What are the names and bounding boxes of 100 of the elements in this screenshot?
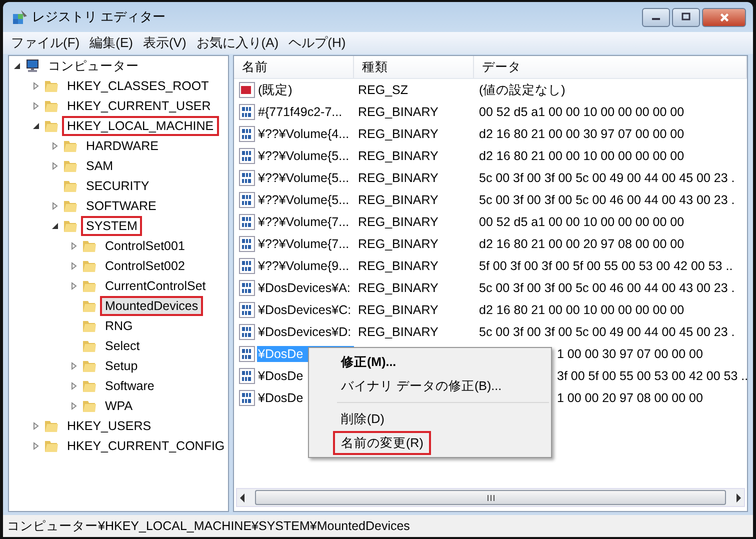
tree-item[interactable]: CurrentControlSet	[100, 276, 211, 296]
context-menu-item[interactable]: 名前の変更(R)	[333, 431, 432, 455]
expand-arrow-icon[interactable]	[32, 82, 40, 90]
expand-arrow-icon[interactable]	[51, 142, 59, 150]
menu-item[interactable]: お気に入り(A)	[191, 34, 284, 52]
value-data: 1 00 00 20 97 08 00 00 00	[556, 391, 703, 405]
maximize-button[interactable]	[672, 8, 700, 26]
value-data: (値の設定なし)	[478, 82, 566, 98]
folder-icon	[81, 318, 97, 334]
binary-value-icon	[239, 148, 255, 164]
binary-value-icon	[239, 170, 255, 186]
context-menu-item[interactable]: 削除(D)	[333, 407, 392, 431]
tree-item[interactable]: コンピューター	[43, 56, 144, 78]
expand-arrow-icon[interactable]	[70, 242, 78, 250]
menu-item[interactable]: ヘルプ(H)	[284, 34, 351, 52]
value-type: REG_BINARY	[357, 325, 440, 339]
folder-icon	[81, 398, 97, 414]
tree-item[interactable]: Setup	[100, 356, 143, 376]
column-header[interactable]: 種類	[354, 56, 474, 78]
tree-item[interactable]: HKEY_CURRENT_CONFIG	[62, 436, 228, 456]
value-data: d2 16 80 21 00 00 10 00 00 00 00 00	[478, 149, 686, 163]
binary-value-icon	[239, 126, 255, 142]
tree-item[interactable]: ControlSet001	[100, 236, 190, 256]
column-header[interactable]: データ	[474, 56, 747, 78]
scrollbar-thumb[interactable]	[255, 490, 726, 505]
expand-arrow-icon[interactable]	[70, 402, 78, 410]
binary-value-icon	[239, 390, 255, 406]
value-type: REG_BINARY	[357, 149, 440, 163]
tree-item[interactable]: Select	[100, 336, 145, 356]
value-data: d2 16 80 21 00 00 20 97 08 00 00 00	[478, 237, 686, 251]
binary-value-icon	[239, 214, 255, 230]
value-type: REG_SZ	[357, 83, 410, 97]
folder-icon	[62, 218, 78, 234]
column-header[interactable]: 名前	[234, 56, 354, 78]
expand-arrow-icon[interactable]	[70, 362, 78, 370]
tree-item[interactable]: SECURITY	[81, 176, 154, 196]
maximize-icon	[681, 12, 691, 22]
expand-arrow-icon[interactable]	[70, 262, 78, 270]
folder-icon	[81, 378, 97, 394]
minimize-button[interactable]	[642, 8, 670, 26]
tree-item[interactable]: ControlSet002	[100, 256, 190, 276]
expand-arrow-icon[interactable]	[32, 442, 40, 450]
horizontal-scrollbar[interactable]	[236, 488, 745, 507]
tree-item[interactable]: SYSTEM	[81, 216, 142, 236]
tree-item[interactable]: HKEY_CLASSES_ROOT	[62, 76, 214, 96]
close-icon	[718, 12, 730, 22]
context-menu-item[interactable]: バイナリ データの修正(B)...	[333, 374, 510, 398]
folder-icon	[62, 178, 78, 194]
expand-arrow-icon[interactable]	[70, 282, 78, 290]
binary-value-icon	[239, 236, 255, 252]
value-name[interactable]: ¥??¥Volume{7...	[257, 236, 350, 252]
close-button[interactable]	[702, 8, 746, 26]
value-type: REG_BINARY	[357, 215, 440, 229]
menu-item[interactable]: 編集(E)	[84, 34, 138, 52]
tree-item[interactable]: WPA	[100, 396, 138, 416]
menu-item[interactable]: 表示(V)	[138, 34, 192, 52]
tree-item[interactable]: SOFTWARE	[81, 196, 162, 216]
value-type: REG_BINARY	[357, 281, 440, 295]
value-type: REG_BINARY	[357, 303, 440, 317]
value-name[interactable]: ¥??¥Volume{5...	[257, 170, 350, 186]
value-name[interactable]: ¥??¥Volume{5...	[257, 148, 350, 164]
value-name[interactable]: ¥??¥Volume{9...	[257, 258, 350, 274]
expand-arrow-icon[interactable]	[51, 162, 59, 170]
value-name[interactable]: ¥??¥Volume{5...	[257, 192, 350, 208]
value-type: REG_BINARY	[357, 237, 440, 251]
value-name[interactable]: ¥DosDevices¥A:	[257, 280, 352, 296]
tree-item[interactable]: MountedDevices	[100, 296, 204, 316]
value-name[interactable]: #{771f49c2-7...	[257, 104, 344, 120]
collapse-arrow-icon[interactable]	[51, 222, 59, 230]
tree-item[interactable]: Software	[100, 376, 160, 396]
binary-value-icon	[239, 192, 255, 208]
expand-arrow-icon[interactable]	[51, 202, 59, 210]
tree-item[interactable]: HKEY_USERS	[62, 416, 156, 436]
tree-item[interactable]: HKEY_LOCAL_MACHINE	[62, 116, 219, 136]
value-name[interactable]: ¥??¥Volume{7...	[257, 214, 350, 230]
value-data: 1 00 00 30 97 07 00 00 00	[556, 347, 703, 361]
binary-value-icon	[239, 280, 255, 296]
collapse-arrow-icon[interactable]	[13, 62, 21, 70]
value-type: REG_BINARY	[357, 105, 440, 119]
collapse-arrow-icon[interactable]	[32, 122, 40, 130]
value-name[interactable]: ¥DosDe	[257, 368, 304, 384]
binary-value-icon	[239, 258, 255, 274]
expand-arrow-icon[interactable]	[32, 422, 40, 430]
value-name[interactable]: (既定)	[257, 80, 294, 100]
value-name[interactable]: ¥??¥Volume{4...	[257, 126, 350, 142]
tree-item[interactable]: RNG	[100, 316, 138, 336]
value-name[interactable]: ¥DosDevices¥C:	[257, 302, 352, 318]
value-data: 5c 00 3f 00 3f 00 5c 00 49 00 44 00 45 00 23 .	[478, 171, 736, 185]
tree-item[interactable]: HARDWARE	[81, 136, 164, 156]
tree-item[interactable]: SAM	[81, 156, 118, 176]
menu-item[interactable]: ファイル(F)	[6, 34, 85, 52]
value-name[interactable]: ¥DosDe	[257, 390, 304, 406]
expand-arrow-icon[interactable]	[70, 382, 78, 390]
value-type: REG_BINARY	[357, 127, 440, 141]
folder-icon	[81, 258, 97, 274]
value-name[interactable]: ¥DosDevices¥D:	[257, 324, 352, 340]
expand-arrow-icon[interactable]	[32, 102, 40, 110]
tree-item[interactable]: HKEY_CURRENT_USER	[62, 96, 216, 116]
string-value-icon	[239, 82, 255, 98]
folder-icon	[43, 118, 59, 134]
